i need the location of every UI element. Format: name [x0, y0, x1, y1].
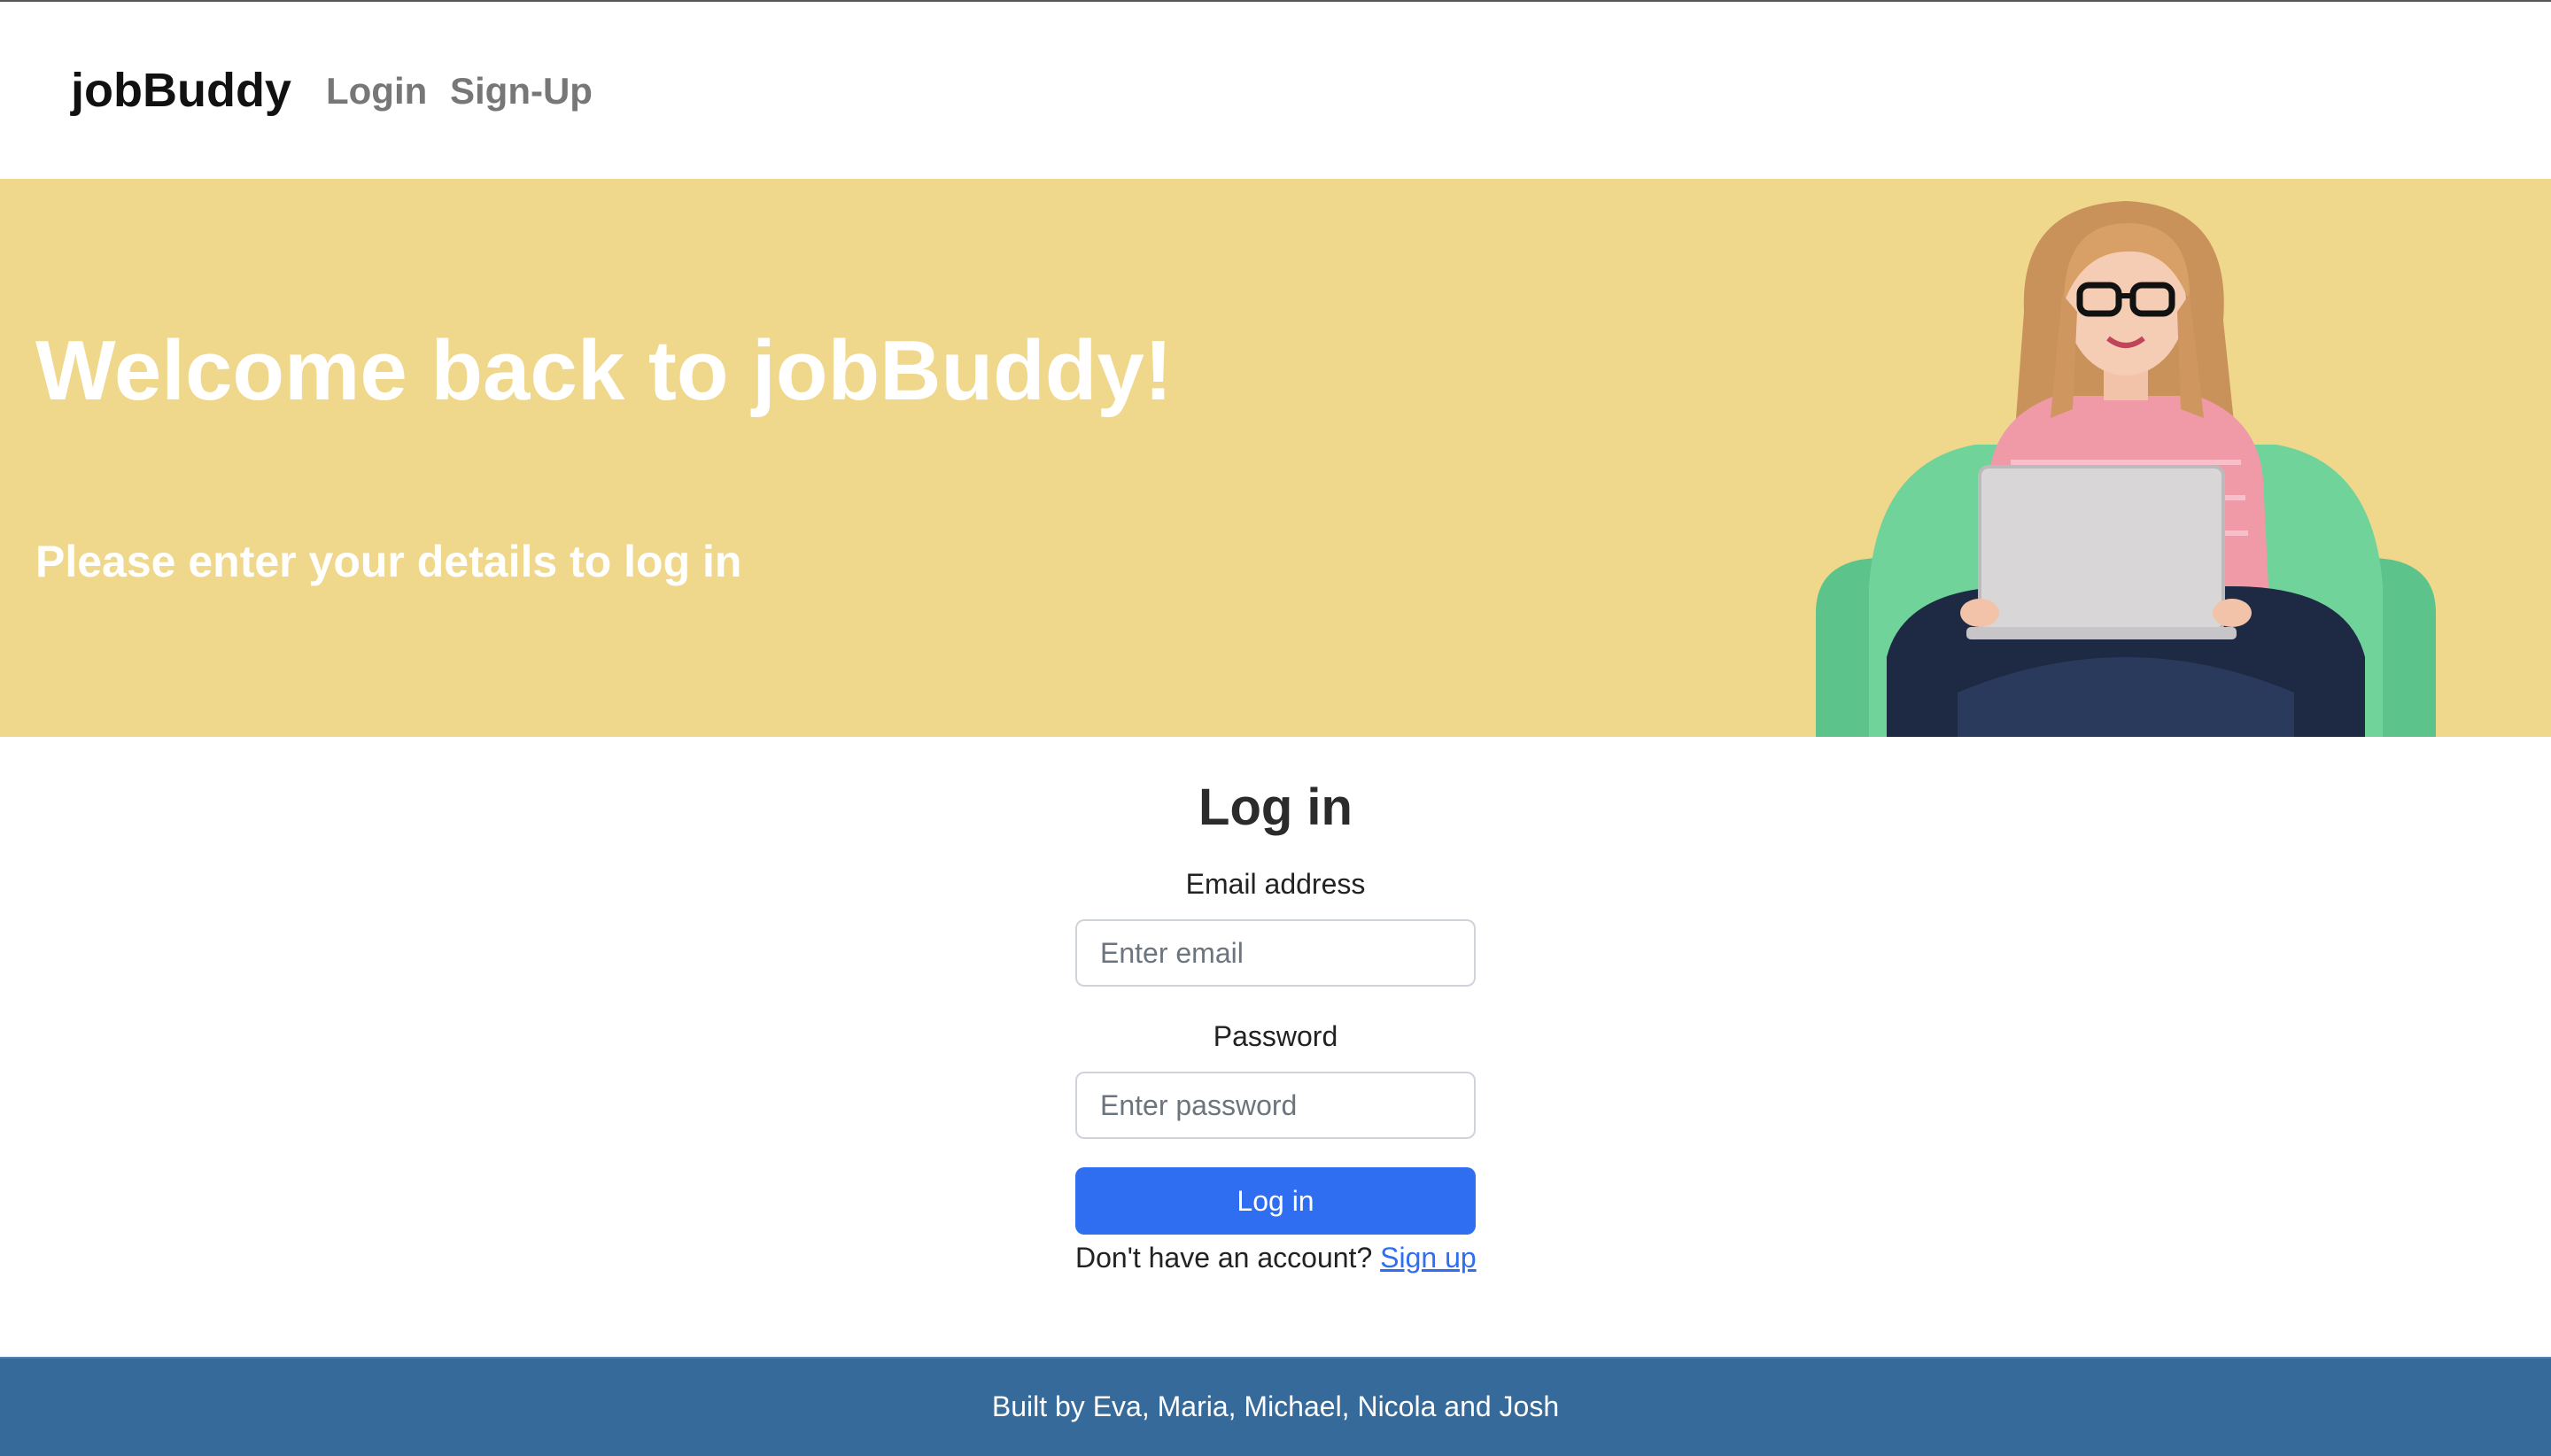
- email-field[interactable]: [1075, 919, 1476, 987]
- navbar: jobBuddy Login Sign-Up: [0, 2, 2551, 179]
- hero-subtitle: Please enter your details to log in: [35, 537, 742, 586]
- nav-link-signup[interactable]: Sign-Up: [450, 67, 593, 115]
- password-label: Password: [1213, 1020, 1338, 1052]
- signup-prompt: Don't have an account? Sign up: [1075, 1238, 1483, 1277]
- footer-credits: Built by Eva, Maria, Michael, Nicola and…: [991, 1390, 1560, 1422]
- login-form: Log in Email address Password Log in Don…: [0, 737, 2551, 1357]
- brand-logo[interactable]: jobBuddy: [71, 62, 291, 119]
- nav-link-login[interactable]: Login: [326, 67, 427, 115]
- hero-title: Welcome back to jobBuddy!: [35, 323, 1173, 418]
- signup-prompt-text: Don't have an account?: [1075, 1242, 1381, 1274]
- password-field[interactable]: [1075, 1072, 1476, 1139]
- login-button[interactable]: Log in: [1075, 1167, 1476, 1235]
- login-heading: Log in: [1198, 778, 1353, 836]
- footer: Built by Eva, Maria, Michael, Nicola and…: [0, 1357, 2551, 1456]
- hero-person-laptop-image: [1816, 201, 2436, 737]
- email-label: Email address: [1185, 868, 1366, 900]
- hero-banner: Welcome back to jobBuddy! Please enter y…: [0, 179, 2551, 737]
- signup-link[interactable]: Sign up: [1380, 1242, 1477, 1274]
